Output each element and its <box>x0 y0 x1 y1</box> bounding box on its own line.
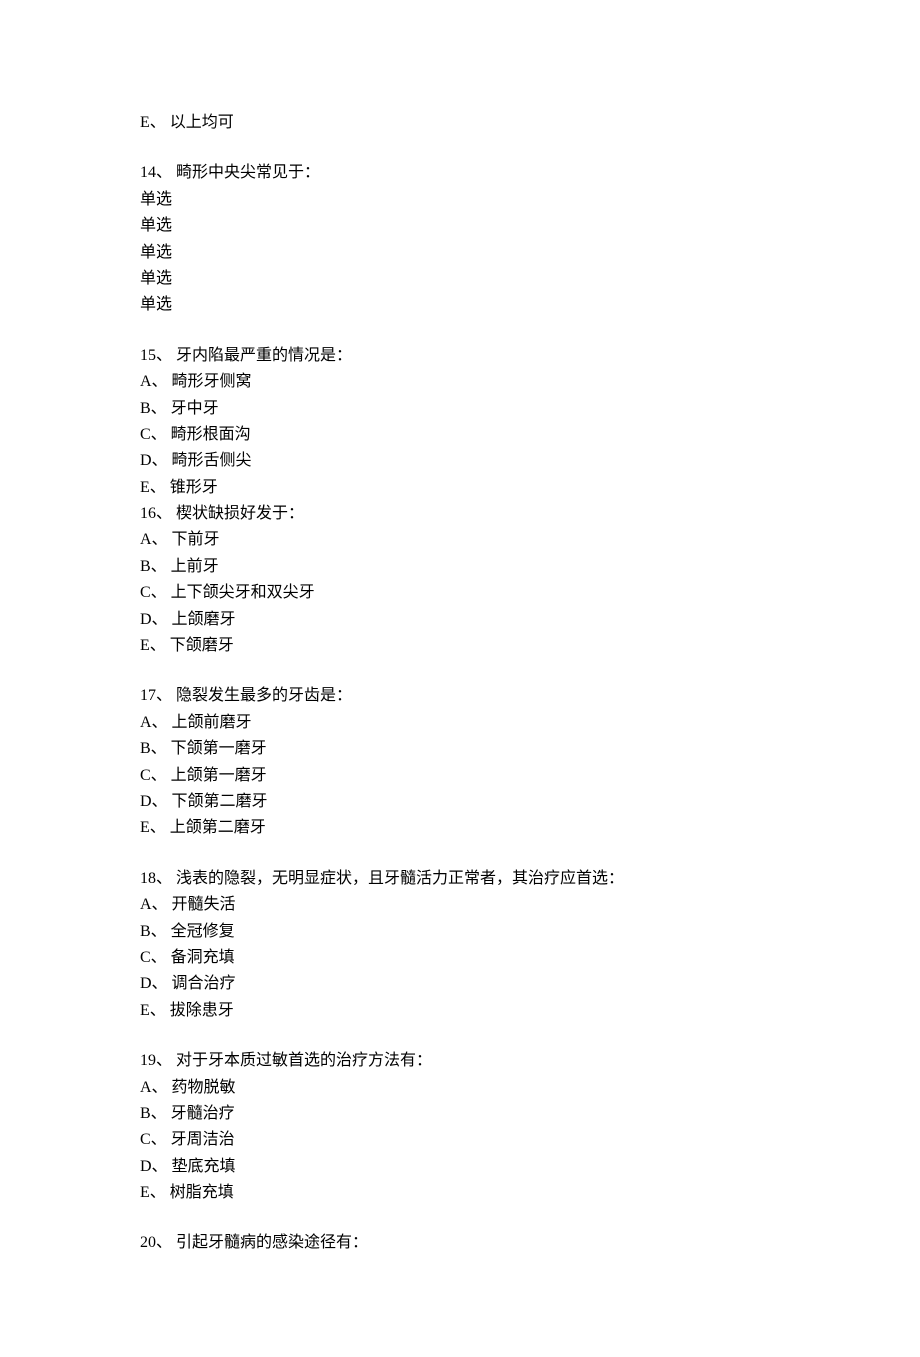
text-block: 17、 隐裂发生最多的牙齿是：A、 上颌前磨牙B、 下颌第一磨牙C、 上颌第一磨… <box>140 683 780 841</box>
text-line: B、 下颌第一磨牙 <box>140 736 780 762</box>
text-block: E、 以上均可 <box>140 110 780 136</box>
text-line: E、 树脂充填 <box>140 1180 780 1206</box>
text-line: 16、 楔状缺损好发于： <box>140 501 780 527</box>
text-line: B、 上前牙 <box>140 554 780 580</box>
text-line: E、 下颌磨牙 <box>140 633 780 659</box>
text-line: 单选 <box>140 266 780 292</box>
text-line: B、 全冠修复 <box>140 919 780 945</box>
text-line: C、 畸形根面沟 <box>140 422 780 448</box>
text-line: E、 锥形牙 <box>140 475 780 501</box>
text-block: 15、 牙内陷最严重的情况是：A、 畸形牙侧窝B、 牙中牙C、 畸形根面沟D、 … <box>140 343 780 660</box>
text-line: E、 以上均可 <box>140 110 780 136</box>
text-line: 17、 隐裂发生最多的牙齿是： <box>140 683 780 709</box>
document-page: E、 以上均可14、 畸形中央尖常见于：单选单选单选单选单选15、 牙内陷最严重… <box>0 0 920 1357</box>
text-line: B、 牙髓治疗 <box>140 1101 780 1127</box>
text-line: D、 上颌磨牙 <box>140 607 780 633</box>
text-line: 单选 <box>140 240 780 266</box>
text-line: 18、 浅表的隐裂，无明显症状，且牙髓活力正常者，其治疗应首选： <box>140 866 780 892</box>
text-line: 单选 <box>140 213 780 239</box>
text-line: 15、 牙内陷最严重的情况是： <box>140 343 780 369</box>
text-line: A、 下前牙 <box>140 527 780 553</box>
text-line: C、 备洞充填 <box>140 945 780 971</box>
text-line: 单选 <box>140 187 780 213</box>
text-line: C、 上颌第一磨牙 <box>140 763 780 789</box>
text-line: 20、 引起牙髓病的感染途径有： <box>140 1230 780 1256</box>
text-line: 19、 对于牙本质过敏首选的治疗方法有： <box>140 1048 780 1074</box>
text-line: D、 垫底充填 <box>140 1154 780 1180</box>
text-line: 单选 <box>140 292 780 318</box>
text-line: D、 调合治疗 <box>140 971 780 997</box>
text-line: E、 拔除患牙 <box>140 998 780 1024</box>
text-block: 18、 浅表的隐裂，无明显症状，且牙髓活力正常者，其治疗应首选：A、 开髓失活B… <box>140 866 780 1024</box>
content: E、 以上均可14、 畸形中央尖常见于：单选单选单选单选单选15、 牙内陷最严重… <box>140 110 780 1257</box>
text-line: B、 牙中牙 <box>140 396 780 422</box>
text-line: A、 上颌前磨牙 <box>140 710 780 736</box>
text-line: C、 牙周洁治 <box>140 1127 780 1153</box>
text-line: A、 开髓失活 <box>140 892 780 918</box>
text-line: E、 上颌第二磨牙 <box>140 815 780 841</box>
text-block: 14、 畸形中央尖常见于：单选单选单选单选单选 <box>140 160 780 318</box>
text-line: C、 上下颌尖牙和双尖牙 <box>140 580 780 606</box>
text-block: 19、 对于牙本质过敏首选的治疗方法有：A、 药物脱敏B、 牙髓治疗C、 牙周洁… <box>140 1048 780 1206</box>
text-block: 20、 引起牙髓病的感染途径有： <box>140 1230 780 1256</box>
text-line: A、 畸形牙侧窝 <box>140 369 780 395</box>
text-line: 14、 畸形中央尖常见于： <box>140 160 780 186</box>
text-line: A、 药物脱敏 <box>140 1075 780 1101</box>
text-line: D、 下颌第二磨牙 <box>140 789 780 815</box>
text-line: D、 畸形舌侧尖 <box>140 448 780 474</box>
